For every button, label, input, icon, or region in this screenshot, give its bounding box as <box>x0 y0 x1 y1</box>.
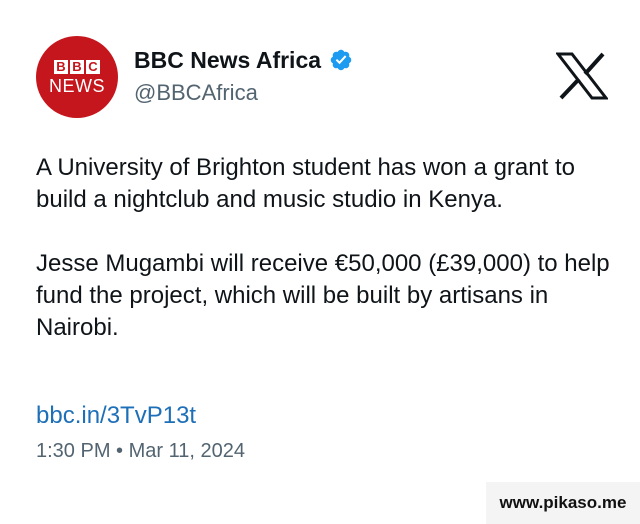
tweet-time: 1:30 PM <box>36 440 111 462</box>
tweet-link[interactable]: bbc.in/3TvP13t <box>36 401 196 431</box>
tweet-paragraph: A University of Brighton student has won… <box>36 154 575 213</box>
timestamp-separator: • <box>116 440 124 462</box>
bbc-logo-block: B <box>54 59 68 74</box>
bbc-logo-blocks: B B C <box>54 59 100 74</box>
bbc-logo-block: C <box>86 59 100 74</box>
tweet-timestamp[interactable]: 1:30 PM • Mar 11, 2024 <box>36 438 245 464</box>
author-name-row[interactable]: BBC News Africa <box>134 46 353 74</box>
tweet-paragraph: Jesse Mugambi will receive €50,000 (£39,… <box>36 250 610 341</box>
display-name: BBC News Africa <box>134 47 322 73</box>
tweet-text: A University of Brighton student has won… <box>36 152 616 376</box>
tweet-date: Mar 11, 2024 <box>128 440 245 462</box>
author-handle[interactable]: @BBCAfrica <box>134 80 258 106</box>
profile-avatar[interactable]: B B C NEWS <box>36 36 118 118</box>
x-logo-icon[interactable] <box>556 52 608 100</box>
verified-badge-icon <box>330 49 352 71</box>
bbc-news-wordmark: NEWS <box>49 75 105 96</box>
watermark: www.pikaso.me <box>486 482 640 524</box>
bbc-logo-block: B <box>70 59 84 74</box>
